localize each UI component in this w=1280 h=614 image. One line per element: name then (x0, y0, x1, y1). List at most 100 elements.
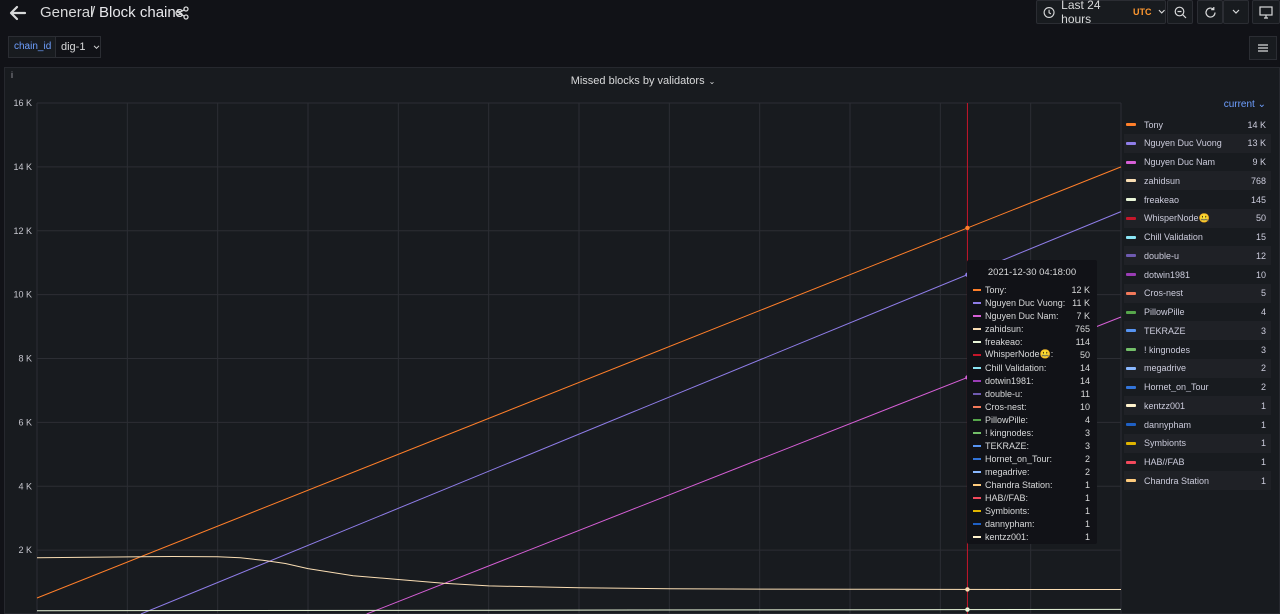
tooltip-series-name: zahidsun: (985, 323, 1024, 334)
tooltip-swatch (973, 483, 981, 486)
tooltip-series-name: dotwin1981: (985, 375, 1034, 386)
chart-tooltip: 2021-12-30 04:18:00 Tony: 12 K Nguyen Duc … (967, 260, 1097, 544)
tooltip-swatch (973, 444, 981, 447)
legend-item-value: 1 (1260, 457, 1266, 467)
legend-swatch (1126, 123, 1136, 126)
legend-item[interactable]: Chandra Station 1 (1124, 471, 1271, 491)
refresh-button[interactable] (1197, 0, 1223, 24)
tooltip-swatch (973, 457, 981, 460)
refresh-interval-dropdown[interactable] (1223, 0, 1249, 24)
y-axis-tick-label: 10 K (13, 290, 32, 300)
legend-item[interactable]: Nguyen Duc Vuong 13 K (1124, 133, 1271, 153)
legend-swatch (1126, 291, 1136, 295)
legend-item[interactable]: freakeao 145 (1124, 190, 1271, 209)
legend-item-name: freakeao (1144, 194, 1180, 205)
legend-item-name: zahidsun (1144, 175, 1181, 186)
tooltip-series-value: 50 (1079, 349, 1090, 360)
legend-swatch (1126, 348, 1136, 351)
tooltip-swatch (973, 392, 981, 395)
legend-item[interactable]: TEKRAZE 3 (1124, 321, 1271, 341)
zoom-out-button[interactable] (1167, 0, 1193, 24)
legend-swatch (1126, 179, 1136, 183)
legend-item-value: 1 (1260, 438, 1266, 449)
legend-item-name: Cros-nest (1144, 288, 1184, 299)
legend-item-value: 15 (1255, 232, 1266, 242)
legend-swatch (1126, 423, 1136, 426)
legend-item[interactable]: double-u 12 (1124, 246, 1271, 266)
tooltip-series-name: Chill Validation: (985, 362, 1047, 373)
tooltip-series-name: Symbionts: (985, 505, 1030, 516)
tooltip-row: WhisperNode🤐: 50 (967, 348, 1097, 361)
legend-item[interactable]: dannypham 1 (1124, 415, 1271, 434)
legend-item-value: 4 (1260, 307, 1266, 317)
legend-swatch (1126, 160, 1136, 164)
legend-item[interactable]: HAB//FAB 1 (1124, 453, 1271, 472)
dashboard-menu-button[interactable] (1249, 36, 1277, 60)
tooltip-series-name: Nguyen Duc Vuong: (985, 297, 1066, 308)
tooltip-time: 2021-12-30 04:18:00 (987, 267, 1077, 278)
tooltip-series-value: 1 (1084, 531, 1090, 542)
y-axis-tick-label: 12 K (13, 226, 32, 236)
legend-swatch (1126, 254, 1136, 258)
legend-item-name: Chandra Station (1144, 475, 1210, 486)
tooltip-series-value: 10 (1079, 401, 1090, 412)
legend-item-name: HAB//FAB (1144, 457, 1185, 467)
tooltip-series-name: Tony: (985, 284, 1007, 295)
hamburger-icon (1258, 44, 1268, 52)
tooltip-swatch (973, 379, 981, 382)
legend-item-value: 145 (1250, 194, 1266, 205)
refresh-icon (1204, 6, 1216, 18)
tooltip-row: Chandra Station: 1 (967, 478, 1097, 491)
legend-item[interactable]: megadrive 2 (1124, 358, 1271, 378)
legend-item[interactable]: kentzz001 1 (1124, 396, 1271, 416)
legend-swatch (1126, 366, 1136, 370)
legend-item[interactable]: Cros-nest 5 (1124, 283, 1271, 303)
tooltip-series-value: 1 (1084, 479, 1090, 490)
legend-item[interactable]: ! kingnodes 3 (1124, 340, 1271, 359)
tooltip-row: Chill Validation: 14 (967, 361, 1097, 374)
legend-item-value: 5 (1260, 288, 1266, 299)
tooltip-row: ! kingnodes: 3 (967, 426, 1097, 439)
tooltip-row: Nguyen Duc Nam: 7 K (967, 309, 1097, 322)
legend-swatch (1126, 310, 1136, 314)
legend-swatch (1126, 479, 1136, 483)
tooltip-swatch (973, 470, 981, 473)
legend-item-name: ! kingnodes (1144, 344, 1191, 355)
tooltip-series-value: 12 K (1071, 284, 1090, 295)
tooltip-series-name: dannypham: (985, 518, 1035, 529)
legend-sort-current[interactable]: current ⌄ (1224, 99, 1266, 110)
tooltip-series-name: WhisperNode🤐: (985, 349, 1054, 359)
tooltip-series-name: Cros-nest: (985, 401, 1027, 412)
legend-item-value: 2 (1260, 382, 1266, 392)
legend-item-name: double-u (1144, 250, 1180, 261)
tv-mode-button[interactable] (1252, 0, 1280, 24)
legend-item[interactable]: Hornet_on_Tour 2 (1124, 378, 1271, 397)
legend-item[interactable]: WhisperNode🤐 50 (1124, 208, 1271, 228)
tooltip-series-value: 1 (1084, 492, 1090, 503)
tooltip-series-value: 1 (1084, 505, 1090, 516)
legend-item[interactable]: zahidsun 768 (1124, 171, 1271, 191)
legend-item[interactable]: Nguyen Duc Nam 9 K (1124, 153, 1271, 172)
legend-item[interactable]: dotwin1981 10 (1124, 265, 1271, 284)
tooltip-row: freakeao: 114 (967, 335, 1097, 348)
legend-item[interactable]: Chill Validation 15 (1124, 228, 1271, 247)
legend-item[interactable]: PillowPille 4 (1124, 303, 1271, 322)
tooltip-swatch (973, 288, 981, 291)
tooltip-swatch (973, 301, 981, 304)
y-axis-tick-label: 8 K (18, 354, 32, 364)
tooltip-series-value: 14 (1079, 375, 1090, 386)
tooltip-row: dannypham: 1 (967, 517, 1097, 530)
tooltip-swatch (973, 535, 981, 538)
tooltip-series-value: 114 (1075, 336, 1090, 347)
tooltip-series-name: HAB//FAB: (985, 492, 1029, 503)
tooltip-swatch (973, 509, 981, 512)
legend-item[interactable]: Symbionts 1 (1124, 433, 1271, 453)
chart-plot-area[interactable]: 2 K 4 K 6 K 8 K 10 K 12 K 14 K 16 K (0, 0, 1124, 614)
tooltip-series-value: 4 (1084, 414, 1090, 425)
legend-item-name: Tony (1144, 119, 1164, 130)
tooltip-row: TEKRAZE: 3 (967, 439, 1097, 452)
legend-swatch (1126, 198, 1136, 201)
legend-item-name: dannypham (1144, 419, 1192, 430)
legend-item[interactable]: Tony 14 K (1124, 115, 1271, 134)
tooltip-series-value: 3 (1084, 440, 1090, 451)
